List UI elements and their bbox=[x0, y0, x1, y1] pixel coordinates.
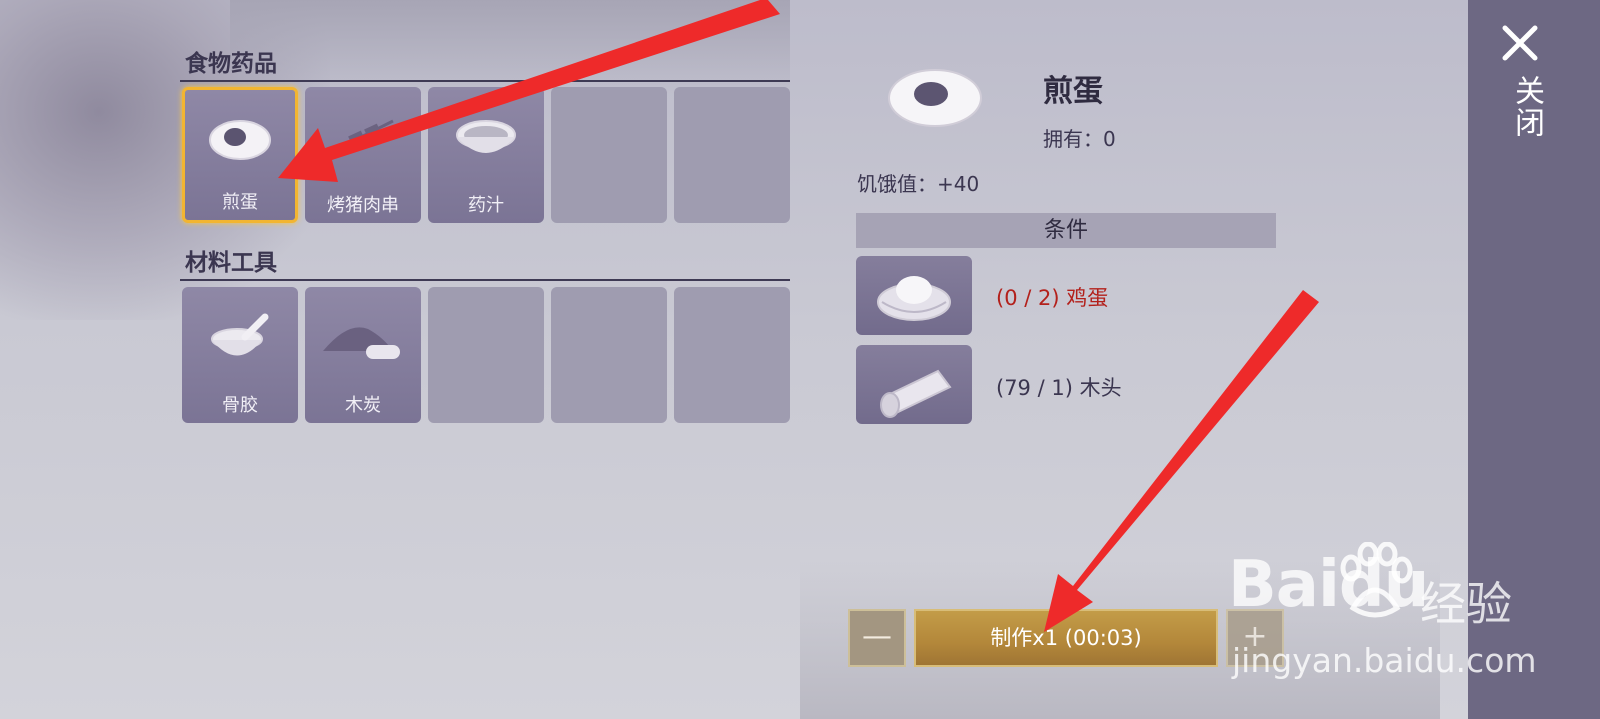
empty-slot bbox=[674, 287, 790, 423]
charcoal-icon bbox=[323, 327, 400, 359]
wood-log-icon bbox=[880, 369, 952, 418]
bone-glue-icon bbox=[211, 313, 269, 356]
materials-item-grid: 骨胶 木炭 bbox=[182, 287, 790, 423]
empty-slot bbox=[674, 87, 790, 223]
fried-egg-icon bbox=[209, 120, 271, 160]
requirement-text-wood: (79 / 1) 木头 bbox=[996, 376, 1122, 400]
detail-item-name: 煎蛋 bbox=[1043, 74, 1103, 109]
section-title-food: 食物药品 bbox=[185, 51, 277, 77]
requirement-slot-wood[interactable] bbox=[856, 345, 972, 424]
item-slot-charcoal[interactable]: 木炭 bbox=[305, 287, 421, 423]
item-slot-medicine[interactable]: 药汁 bbox=[428, 87, 544, 223]
close-icon[interactable] bbox=[1502, 25, 1538, 61]
item-label-medicine: 药汁 bbox=[468, 195, 504, 216]
egg-nest-icon bbox=[877, 276, 951, 321]
requirement-text-egg: (0 / 2) 鸡蛋 bbox=[996, 286, 1109, 310]
conditions-header: 条件 bbox=[856, 213, 1276, 248]
section-divider-materials bbox=[180, 279, 790, 281]
item-label-pork-skewer: 烤猪肉串 bbox=[327, 195, 399, 216]
section-divider-food bbox=[180, 80, 790, 82]
close-label[interactable]: 关闭 bbox=[1504, 75, 1548, 139]
medicine-bowl-icon bbox=[456, 120, 516, 153]
decrease-quantity-button[interactable]: — bbox=[848, 609, 906, 667]
fried-egg-icon bbox=[888, 69, 982, 127]
item-label-fried-egg: 煎蛋 bbox=[222, 192, 258, 213]
empty-slot bbox=[551, 87, 667, 223]
item-slot-bone-glue[interactable]: 骨胶 bbox=[182, 287, 298, 423]
craft-button[interactable]: 制作x1 (00:03) bbox=[914, 609, 1218, 667]
detail-hunger-value: 饥饿值：+40 bbox=[857, 172, 980, 196]
empty-slot bbox=[428, 287, 544, 423]
baidu-watermark-cn: 经验 bbox=[1420, 577, 1512, 631]
empty-slot bbox=[551, 287, 667, 423]
item-slot-pork-skewer[interactable]: 烤猪肉串 bbox=[305, 87, 421, 223]
pork-skewer-icon bbox=[332, 119, 394, 153]
food-item-grid: 煎蛋 烤猪肉串 药汁 bbox=[182, 87, 790, 223]
item-label-bone-glue: 骨胶 bbox=[222, 395, 258, 416]
item-label-charcoal: 木炭 bbox=[345, 395, 381, 416]
baidu-watermark-url: jingyan.baidu.com bbox=[1232, 641, 1537, 680]
baidu-watermark-logo: Baidu bbox=[1228, 548, 1429, 622]
requirement-slot-egg[interactable] bbox=[856, 256, 972, 335]
section-title-materials: 材料工具 bbox=[185, 250, 277, 276]
item-slot-fried-egg[interactable]: 煎蛋 bbox=[182, 87, 298, 223]
detail-owned-count: 拥有：0 bbox=[1043, 127, 1116, 151]
